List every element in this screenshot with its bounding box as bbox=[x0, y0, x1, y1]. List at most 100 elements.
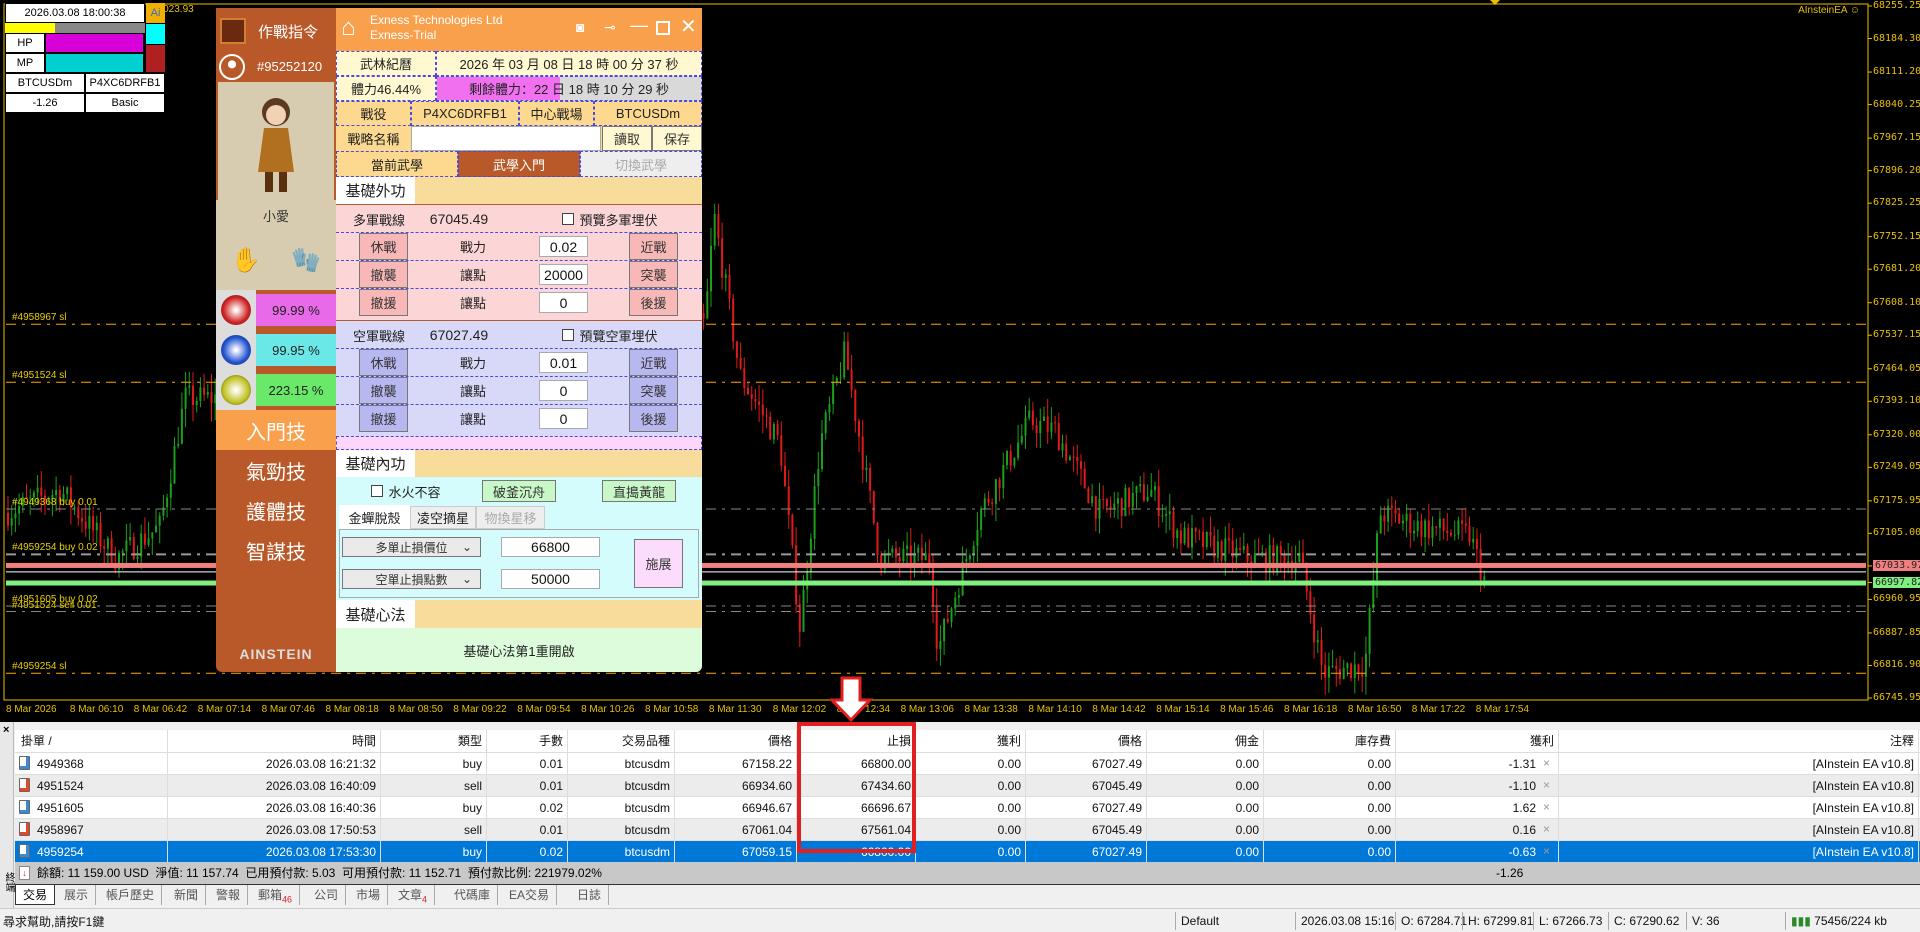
column-header[interactable]: 佣金 bbox=[1147, 730, 1264, 752]
skill-2[interactable]: 護體技 bbox=[216, 490, 336, 530]
preview-checkbox[interactable]: 預覽多軍埋伏 bbox=[518, 207, 702, 231]
candle-body bbox=[702, 313, 705, 319]
column-header[interactable]: 獲利 bbox=[1396, 730, 1559, 752]
save-button[interactable]: 保存 bbox=[652, 126, 702, 151]
maximize-icon[interactable] bbox=[656, 21, 670, 35]
break-button[interactable]: 破釜沉舟 bbox=[482, 480, 556, 502]
tab-0[interactable]: 交易 bbox=[15, 885, 56, 905]
outer-title[interactable]: 基礎外功 bbox=[336, 177, 415, 204]
ai-badge[interactable]: Ai bbox=[146, 3, 165, 23]
tab-skill-intro[interactable]: 武學入門 bbox=[458, 151, 580, 177]
strategy-name-input[interactable] bbox=[411, 126, 601, 151]
gauntlet-icon[interactable]: 🧤 bbox=[276, 230, 336, 290]
water-fire-checkbox[interactable]: 水火不容 bbox=[356, 480, 456, 502]
column-header[interactable]: 獲利 bbox=[916, 730, 1026, 752]
long-stoploss-select[interactable]: 多單止損價位 ⌄ bbox=[342, 537, 481, 557]
execute-button[interactable]: 施展 bbox=[634, 539, 683, 588]
tab-3[interactable]: 新聞 bbox=[167, 885, 207, 905]
long-stoploss-input[interactable]: 66800 bbox=[501, 537, 600, 557]
retreat-button[interactable]: 撤援 bbox=[359, 405, 408, 432]
column-header[interactable]: 庫存費 bbox=[1264, 730, 1396, 752]
camera-icon[interactable]: ◙ bbox=[576, 19, 584, 35]
tab-1[interactable]: 展示 bbox=[57, 885, 97, 905]
candle-body bbox=[1046, 416, 1049, 432]
inner-title[interactable]: 基礎內功 bbox=[336, 450, 415, 477]
close-order-icon[interactable]: × bbox=[1543, 756, 1550, 770]
inner-tab-3[interactable]: 物換星移 bbox=[476, 506, 545, 529]
tab-current-skill[interactable]: 當前武學 bbox=[336, 151, 458, 177]
tab-6[interactable]: 公司 bbox=[307, 885, 347, 905]
table-row[interactable]: 4958967 2026.03.08 17:50:53 sell 0.01 btcusd… bbox=[15, 818, 1920, 841]
column-header[interactable]: 價格 bbox=[1026, 730, 1147, 752]
pin-icon[interactable]: ⊸ bbox=[604, 19, 616, 36]
pts2-input[interactable]: 0 bbox=[539, 292, 588, 313]
column-header[interactable]: 交易品種 bbox=[568, 730, 675, 752]
pts1-input[interactable]: 20000 bbox=[539, 264, 588, 285]
close-order-icon[interactable]: × bbox=[1543, 844, 1550, 858]
terminal-tabs: 交易 展示 帳戶歷史 新聞 警報 郵箱46 公司 市場 文章4 代碼庫 EA交易 日誌 bbox=[15, 884, 1920, 906]
dragon-button[interactable]: 直搗黃龍 bbox=[602, 480, 676, 502]
pts1-input[interactable]: 0 bbox=[539, 380, 588, 401]
column-header[interactable]: 手數 bbox=[487, 730, 568, 752]
price-tick: 66960.95 bbox=[1873, 593, 1920, 605]
table-row[interactable]: 4951524 2026.03.08 16:40:09 sell 0.01 btcusd… bbox=[15, 774, 1920, 797]
hp-label: HP bbox=[5, 33, 45, 53]
inner-tab-2[interactable]: 凌空摘星 bbox=[410, 506, 476, 529]
close-order-icon[interactable]: × bbox=[1543, 822, 1550, 836]
near-button[interactable]: 近戰 bbox=[629, 349, 678, 376]
short-stoploss-select[interactable]: 空單止損點數 ⌄ bbox=[342, 569, 481, 589]
price-tick: 67175.95 bbox=[1873, 494, 1920, 506]
column-header[interactable]: 掛單 / bbox=[15, 730, 168, 752]
tab-5[interactable]: 郵箱46 bbox=[251, 885, 301, 905]
preview-checkbox[interactable]: 預覽空軍埋伏 bbox=[518, 323, 702, 347]
calendar-value: 2026 年 03 月 08 日 18 時 00 分 37 秒 bbox=[436, 51, 702, 76]
home-icon[interactable]: ⌂ bbox=[341, 14, 356, 42]
tab-switch-skill[interactable]: 切換武學 bbox=[580, 151, 702, 177]
column-header[interactable]: 價格 bbox=[675, 730, 797, 752]
minimize-icon[interactable]: — bbox=[630, 15, 648, 36]
lot-input[interactable]: 0.01 bbox=[539, 352, 588, 373]
connection-status[interactable]: ▮▮▮ 75456/224 kb bbox=[1785, 912, 1887, 930]
table-row[interactable]: 4951605 2026.03.08 16:40:36 buy 0.02 btcusdm… bbox=[15, 796, 1920, 819]
column-header[interactable]: 時間 bbox=[168, 730, 381, 752]
profile-name[interactable]: Default bbox=[1175, 912, 1219, 930]
retreat-button[interactable]: 撤援 bbox=[359, 289, 408, 316]
tab-4[interactable]: 警報 bbox=[209, 885, 249, 905]
near-button[interactable]: 近戰 bbox=[629, 233, 678, 260]
rest-button[interactable]: 休戰 bbox=[359, 349, 408, 376]
back-button[interactable]: 後援 bbox=[629, 405, 678, 432]
withdraw-button[interactable]: 撤襲 bbox=[359, 261, 408, 288]
skill-3[interactable]: 智謀技 bbox=[216, 530, 336, 570]
candle-body bbox=[84, 521, 87, 529]
skill-1[interactable]: 氣勁技 bbox=[216, 450, 336, 490]
hand-icon[interactable]: ✋ bbox=[216, 230, 276, 290]
column-header[interactable]: 注釋 bbox=[1559, 730, 1919, 752]
tab-9[interactable]: 代碼庫 bbox=[447, 885, 499, 905]
close-order-icon[interactable]: × bbox=[1543, 778, 1550, 792]
mind-title[interactable]: 基礎心法 bbox=[336, 600, 415, 628]
raid-button[interactable]: 突襲 bbox=[629, 377, 678, 404]
back-button[interactable]: 後援 bbox=[629, 289, 678, 316]
withdraw-button[interactable]: 撤襲 bbox=[359, 377, 408, 404]
inner-tab-1[interactable]: 金蟬脫殼 bbox=[339, 505, 410, 529]
table-row[interactable]: 4949368 2026.03.08 16:21:32 buy 0.01 btcusdm… bbox=[15, 752, 1920, 775]
tab-10[interactable]: EA交易 bbox=[502, 885, 558, 905]
pts2-input[interactable]: 0 bbox=[539, 408, 588, 429]
short-stoploss-input[interactable]: 50000 bbox=[501, 569, 600, 589]
menu-header[interactable]: 作戰指令 bbox=[216, 11, 336, 51]
close-icon[interactable]: × bbox=[3, 724, 9, 736]
down-arrow-annotation bbox=[830, 676, 874, 723]
table-row[interactable]: 4959254 2026.03.08 17:53:30 buy 0.02 btcusdm… bbox=[15, 840, 1920, 863]
lot-input[interactable]: 0.02 bbox=[539, 236, 588, 257]
tab-8[interactable]: 文章4 bbox=[391, 885, 436, 905]
load-button[interactable]: 讀取 bbox=[602, 126, 652, 151]
skill-0[interactable]: 入門技 bbox=[216, 410, 336, 450]
tab-2[interactable]: 帳戶歷史 bbox=[99, 885, 163, 905]
close-order-icon[interactable]: × bbox=[1543, 800, 1550, 814]
close-icon[interactable]: ✕ bbox=[680, 14, 697, 39]
rest-button[interactable]: 休戰 bbox=[359, 233, 408, 260]
tab-7[interactable]: 市場 bbox=[349, 885, 389, 905]
column-header[interactable]: 類型 bbox=[381, 730, 487, 752]
raid-button[interactable]: 突襲 bbox=[629, 261, 678, 288]
tab-11[interactable]: 日誌 bbox=[570, 885, 610, 905]
